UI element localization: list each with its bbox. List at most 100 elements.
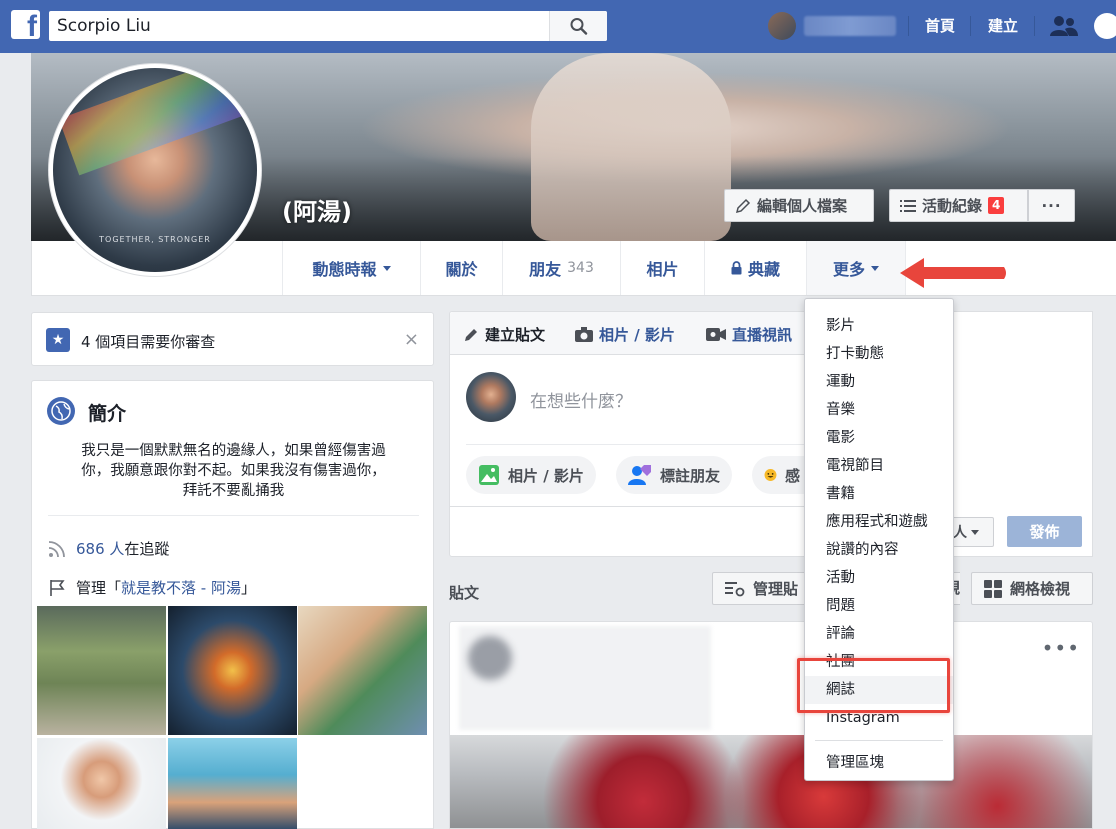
tab-photo-video-label: 相片 / 影片 <box>599 326 675 344</box>
red-arrow-annotation <box>900 258 1006 288</box>
tab-more[interactable]: 更多 <box>806 241 906 295</box>
photo-thumbnail[interactable] <box>298 606 427 735</box>
photo-thumbnail[interactable] <box>168 606 297 735</box>
settings-list-icon <box>725 581 745 596</box>
tab-photo-video[interactable]: 相片 / 影片 <box>575 324 675 345</box>
menu-item-manage-sections[interactable]: 管理區塊 <box>805 749 953 777</box>
tag-friends-label: 標註朋友 <box>660 466 721 485</box>
profile-picture-image: TOGETHER, STRONGER <box>53 68 257 272</box>
divider <box>970 16 971 36</box>
user-avatar[interactable] <box>768 12 796 40</box>
flag-icon <box>50 579 65 596</box>
profile-picture-caption: TOGETHER, STRONGER <box>99 235 211 244</box>
camera-icon <box>575 327 593 342</box>
facebook-logo-icon[interactable]: f <box>11 10 40 42</box>
friends-count: 343 <box>567 260 594 276</box>
menu-item[interactable]: 活動 <box>805 564 953 592</box>
followers-count-link[interactable]: 686 人 <box>76 540 124 558</box>
tab-timeline[interactable]: 動態時報 <box>282 241 420 295</box>
audience-label: 人 <box>953 525 967 541</box>
tab-live-video-label: 直播視訊 <box>732 326 793 344</box>
review-items-card[interactable]: ★ 4 個項目需要你審查 × <box>31 312 434 366</box>
feeling-activity-label: 感 <box>784 466 800 485</box>
friend-requests-icon[interactable] <box>1050 15 1078 37</box>
feeling-activity-button[interactable]: 感 <box>752 456 812 494</box>
menu-item[interactable]: 評論 <box>805 620 953 648</box>
caret-down-icon <box>382 265 391 271</box>
photo-thumbnail[interactable] <box>37 606 166 735</box>
menu-item[interactable]: 電視節目 <box>805 452 953 480</box>
top-navigation-bar: f 首頁 建立 <box>0 0 1116 53</box>
manage-page-row: 管理「就是教不落 - 阿湯」 <box>48 577 256 598</box>
search-button[interactable] <box>549 11 607 41</box>
close-icon[interactable]: × <box>404 329 419 350</box>
create-link[interactable]: 建立 <box>988 15 1018 36</box>
tab-timeline-label: 動態時報 <box>312 260 377 279</box>
highlight-box-annotation <box>797 658 950 713</box>
bio-text: 我只是一個默默無名的邊緣人，如果曾經傷害過 你，我願意跟你對不起。如果我沒有傷害… <box>52 441 415 501</box>
photo-thumbnail[interactable] <box>168 738 297 829</box>
search-icon <box>570 18 588 35</box>
post-button[interactable]: 發佈 <box>1007 516 1082 547</box>
blurred-avatar <box>468 636 512 680</box>
tab-create-post[interactable]: 建立貼文 <box>463 324 545 345</box>
menu-item[interactable]: 問題 <box>805 592 953 620</box>
caret-down-icon <box>871 265 879 271</box>
pencil-icon <box>465 328 477 341</box>
composer-input[interactable]: 在想些什麼？ <box>530 387 632 412</box>
profile-picture[interactable]: TOGETHER, STRONGER <box>49 64 261 276</box>
manage-suffix: 」 <box>240 579 256 597</box>
tab-about[interactable]: 關於 <box>420 241 502 295</box>
menu-item[interactable]: 打卡動態 <box>805 340 953 368</box>
manage-prefix: 管理「 <box>76 579 122 597</box>
activity-log-button[interactable]: 活動紀錄 4 <box>889 189 1028 222</box>
menu-item[interactable]: 電影 <box>805 424 953 452</box>
tab-archive[interactable]: 典藏 <box>704 241 806 295</box>
add-photo-video-button[interactable]: 相片 / 影片 <box>466 456 596 494</box>
review-items-text: 4 個項目需要你審查 <box>81 333 216 351</box>
lock-icon <box>731 261 742 275</box>
tab-friends[interactable]: 朋友 343 <box>502 241 620 295</box>
messenger-icon[interactable] <box>1094 13 1116 39</box>
activity-log-badge: 4 <box>988 197 1005 214</box>
photo-thumbnail[interactable] <box>37 738 166 829</box>
menu-item[interactable]: 影片 <box>805 312 953 340</box>
divider <box>908 16 909 36</box>
manage-posts-label: 管理貼 <box>753 580 799 598</box>
cover-more-button[interactable]: ··· <box>1028 189 1075 222</box>
star-icon: ★ <box>46 328 70 352</box>
intro-title: 簡介 <box>88 403 127 425</box>
posts-heading: 貼文 <box>449 584 480 602</box>
managed-page-link[interactable]: 就是教不落 - 阿湯 <box>121 579 241 597</box>
tab-photos[interactable]: 相片 <box>620 241 704 295</box>
tab-friends-label: 朋友 <box>529 260 562 279</box>
tab-create-post-label: 建立貼文 <box>485 326 546 344</box>
manage-posts-button[interactable]: 管理貼 <box>712 572 812 605</box>
activity-log-label: 活動紀錄 <box>922 197 983 215</box>
post-image[interactable] <box>450 735 1092 828</box>
post-options-icon[interactable]: ••• <box>1042 636 1080 660</box>
caret-down-icon <box>971 529 979 535</box>
add-photo-video-label: 相片 / 影片 <box>508 466 584 485</box>
tab-live-video[interactable]: 直播視訊 <box>706 324 792 345</box>
composer-avatar <box>466 372 516 422</box>
user-name-blurred[interactable] <box>804 16 896 36</box>
profile-name[interactable]: (阿湯) <box>282 192 352 227</box>
tag-friends-button[interactable]: 標註朋友 <box>616 456 733 494</box>
edit-profile-button[interactable]: 編輯個人檔案 <box>724 189 874 222</box>
menu-item[interactable]: 書籍 <box>805 480 953 508</box>
video-camera-icon <box>706 328 726 341</box>
home-link[interactable]: 首頁 <box>925 15 955 36</box>
photo-icon <box>479 465 499 485</box>
pencil-icon <box>735 198 751 213</box>
followers-suffix: 在追蹤 <box>124 540 170 558</box>
bio-line: 你，我願意跟你對不起。如果我沒有傷害過你， <box>81 463 386 479</box>
intro-card: 簡介 我只是一個默默無名的邊緣人，如果曾經傷害過 你，我願意跟你對不起。如果我沒… <box>31 380 434 829</box>
menu-item[interactable]: 音樂 <box>805 396 953 424</box>
rss-icon <box>48 540 65 557</box>
menu-item[interactable]: 說讚的內容 <box>805 536 953 564</box>
menu-item[interactable]: 應用程式和遊戲 <box>805 508 953 536</box>
grid-view-button[interactable]: 網格檢視 <box>971 572 1093 605</box>
menu-item[interactable]: 運動 <box>805 368 953 396</box>
search-input[interactable] <box>49 11 549 41</box>
